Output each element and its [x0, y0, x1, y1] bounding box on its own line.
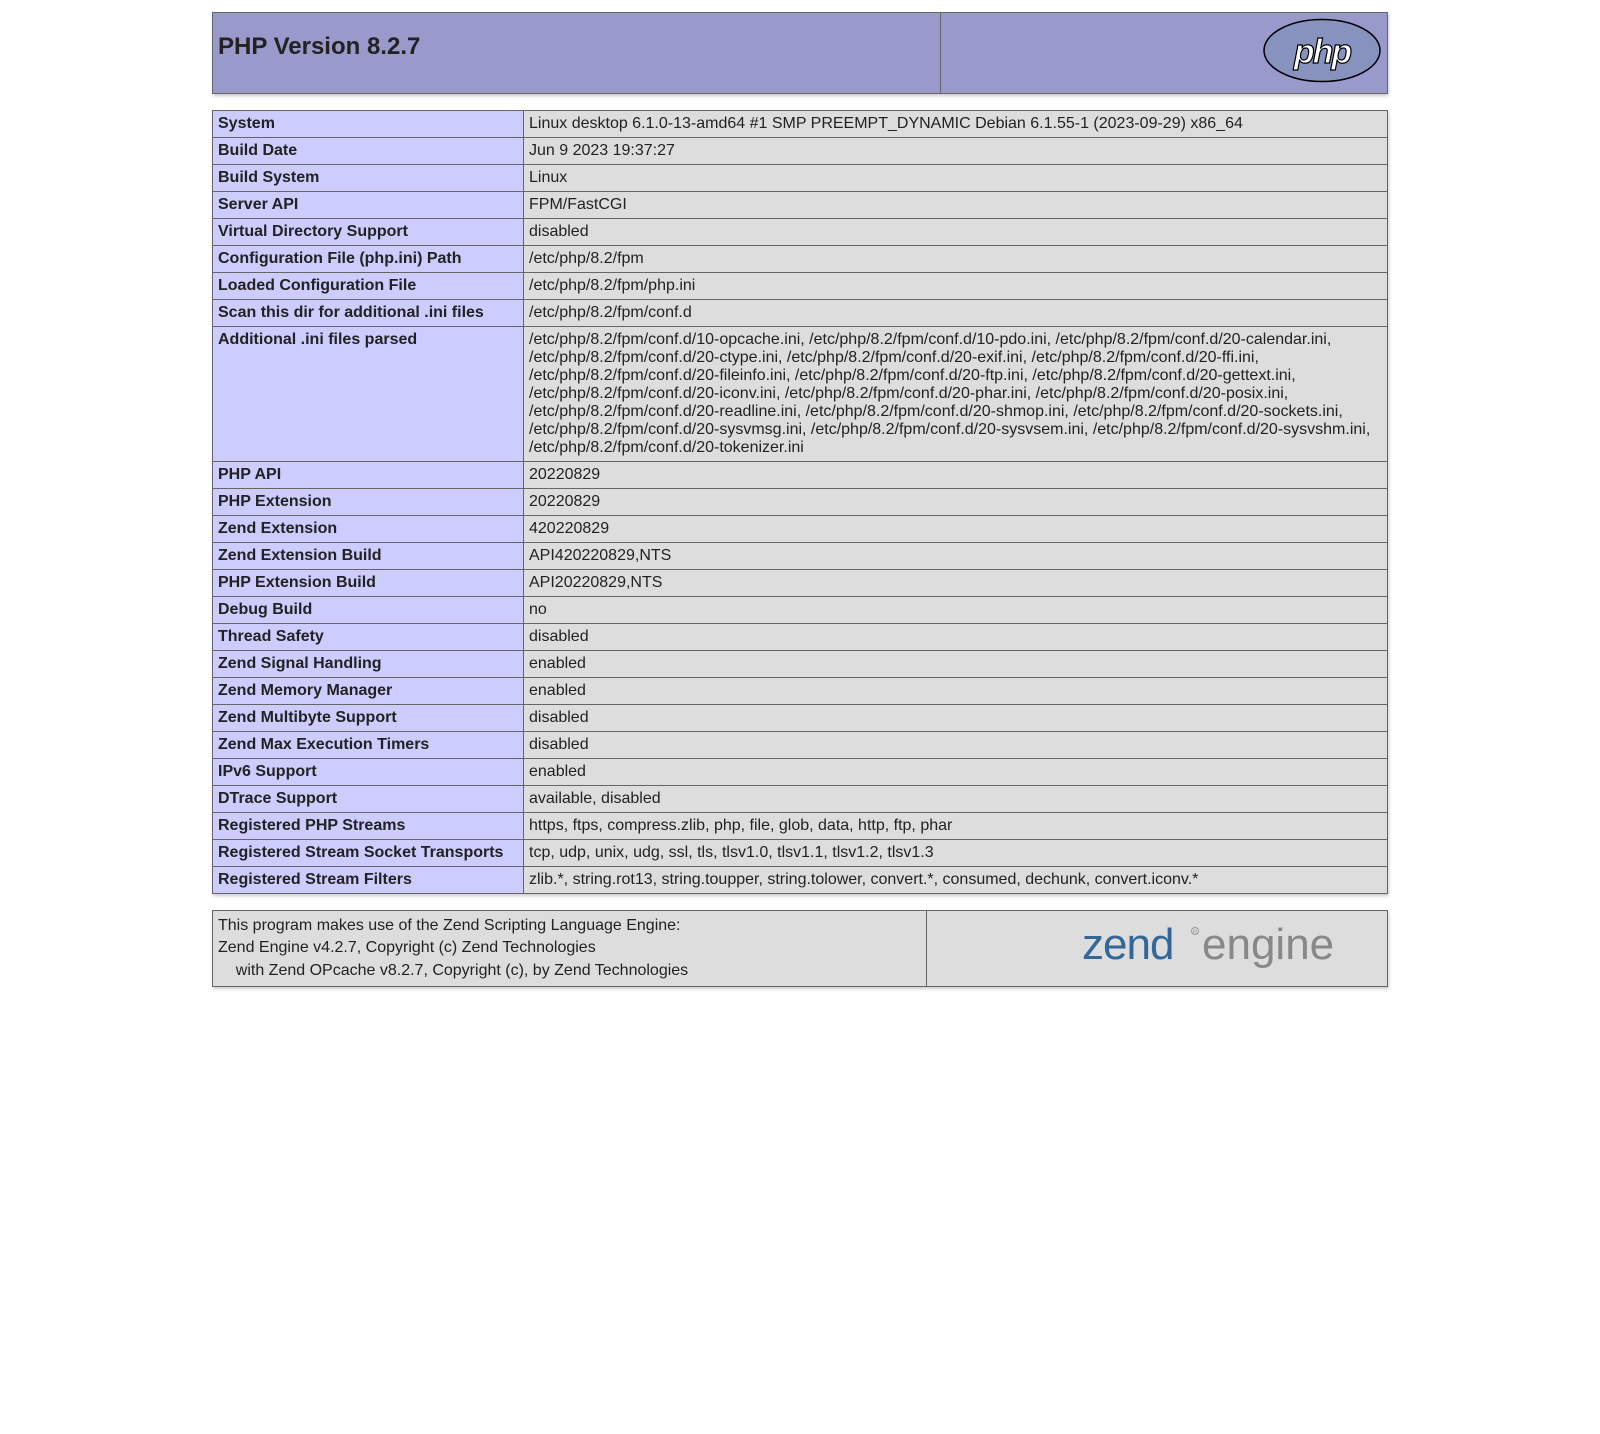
row-label: IPv6 Support [213, 759, 524, 786]
row-label: Registered Stream Filters [213, 867, 524, 894]
row-value: API420220829,NTS [524, 543, 1388, 570]
row-label: Zend Multibyte Support [213, 705, 524, 732]
row-value: Linux [524, 165, 1388, 192]
row-value: disabled [524, 624, 1388, 651]
row-value: 20220829 [524, 462, 1388, 489]
row-value: 20220829 [524, 489, 1388, 516]
footer-line-3: with Zend OPcache v8.2.7, Copyright (c),… [218, 962, 688, 979]
row-label: Additional .ini files parsed [213, 327, 524, 462]
table-row: Scan this dir for additional .ini files/… [213, 300, 1388, 327]
table-row: Zend Memory Managerenabled [213, 678, 1388, 705]
row-value: /etc/php/8.2/fpm/php.ini [524, 273, 1388, 300]
footer-line-2: Zend Engine v4.2.7, Copyright (c) Zend T… [218, 939, 596, 956]
row-label: Zend Max Execution Timers [213, 732, 524, 759]
row-label: Thread Safety [213, 624, 524, 651]
row-label: DTrace Support [213, 786, 524, 813]
row-value: /etc/php/8.2/fpm [524, 246, 1388, 273]
table-row: Build DateJun 9 2023 19:37:27 [213, 138, 1388, 165]
row-value: enabled [524, 759, 1388, 786]
table-row: Configuration File (php.ini) Path/etc/ph… [213, 246, 1388, 273]
row-value: https, ftps, compress.zlib, php, file, g… [524, 813, 1388, 840]
row-value: enabled [524, 678, 1388, 705]
row-label: Zend Extension Build [213, 543, 524, 570]
table-row: Zend Multibyte Supportdisabled [213, 705, 1388, 732]
row-label: Scan this dir for additional .ini files [213, 300, 524, 327]
table-row: PHP API20220829 [213, 462, 1388, 489]
php-logo-icon: php [1262, 71, 1382, 88]
row-value: 420220829 [524, 516, 1388, 543]
row-value: FPM/FastCGI [524, 192, 1388, 219]
table-row: DTrace Supportavailable, disabled [213, 786, 1388, 813]
svg-text:engine: engine [1202, 920, 1334, 969]
row-label: Zend Memory Manager [213, 678, 524, 705]
row-label: Registered PHP Streams [213, 813, 524, 840]
table-row: Zend Signal Handlingenabled [213, 651, 1388, 678]
table-row: Registered Stream Filterszlib.*, string.… [213, 867, 1388, 894]
table-row: Server APIFPM/FastCGI [213, 192, 1388, 219]
row-value: tcp, udp, unix, udg, ssl, tls, tlsv1.0, … [524, 840, 1388, 867]
row-label: Zend Extension [213, 516, 524, 543]
row-value: disabled [524, 732, 1388, 759]
row-value: available, disabled [524, 786, 1388, 813]
table-row: Loaded Configuration File/etc/php/8.2/fp… [213, 273, 1388, 300]
row-value: /etc/php/8.2/fpm/conf.d [524, 300, 1388, 327]
footer-line-1: This program makes use of the Zend Scrip… [218, 917, 681, 934]
row-label: Build Date [213, 138, 524, 165]
row-value: disabled [524, 705, 1388, 732]
svg-text:R: R [1193, 930, 1198, 936]
table-row: Zend Extension BuildAPI420220829,NTS [213, 543, 1388, 570]
row-label: PHP Extension [213, 489, 524, 516]
row-value: no [524, 597, 1388, 624]
table-row: SystemLinux desktop 6.1.0-13-amd64 #1 SM… [213, 111, 1388, 138]
row-value: enabled [524, 651, 1388, 678]
row-value: zlib.*, string.rot13, string.toupper, st… [524, 867, 1388, 894]
svg-text:php: php [1293, 33, 1352, 71]
table-row: Additional .ini files parsed/etc/php/8.2… [213, 327, 1388, 462]
table-row: Registered Stream Socket Transportstcp, … [213, 840, 1388, 867]
row-label: Loaded Configuration File [213, 273, 524, 300]
table-row: Zend Extension420220829 [213, 516, 1388, 543]
svg-text:zend: zend [1082, 920, 1173, 969]
row-value: API20220829,NTS [524, 570, 1388, 597]
table-row: Build SystemLinux [213, 165, 1388, 192]
row-label: Debug Build [213, 597, 524, 624]
table-row: Zend Max Execution Timersdisabled [213, 732, 1388, 759]
table-row: IPv6 Supportenabled [213, 759, 1388, 786]
row-label: Zend Signal Handling [213, 651, 524, 678]
header-table: PHP Version 8.2.7 php [212, 12, 1388, 94]
row-value: disabled [524, 219, 1388, 246]
table-row: Thread Safetydisabled [213, 624, 1388, 651]
row-label: PHP API [213, 462, 524, 489]
zend-engine-logo-icon: zend R engine [1082, 959, 1382, 976]
table-row: PHP Extension BuildAPI20220829,NTS [213, 570, 1388, 597]
row-label: Configuration File (php.ini) Path [213, 246, 524, 273]
row-label: System [213, 111, 524, 138]
footer-table: This program makes use of the Zend Scrip… [212, 910, 1388, 987]
row-label: Virtual Directory Support [213, 219, 524, 246]
row-value: /etc/php/8.2/fpm/conf.d/10-opcache.ini, … [524, 327, 1388, 462]
info-table: SystemLinux desktop 6.1.0-13-amd64 #1 SM… [212, 110, 1388, 894]
page-title: PHP Version 8.2.7 [218, 33, 935, 61]
row-value: Jun 9 2023 19:37:27 [524, 138, 1388, 165]
table-row: Virtual Directory Supportdisabled [213, 219, 1388, 246]
row-label: Build System [213, 165, 524, 192]
table-row: Registered PHP Streamshttps, ftps, compr… [213, 813, 1388, 840]
row-label: Registered Stream Socket Transports [213, 840, 524, 867]
row-label: Server API [213, 192, 524, 219]
table-row: PHP Extension20220829 [213, 489, 1388, 516]
table-row: Debug Buildno [213, 597, 1388, 624]
row-value: Linux desktop 6.1.0-13-amd64 #1 SMP PREE… [524, 111, 1388, 138]
row-label: PHP Extension Build [213, 570, 524, 597]
